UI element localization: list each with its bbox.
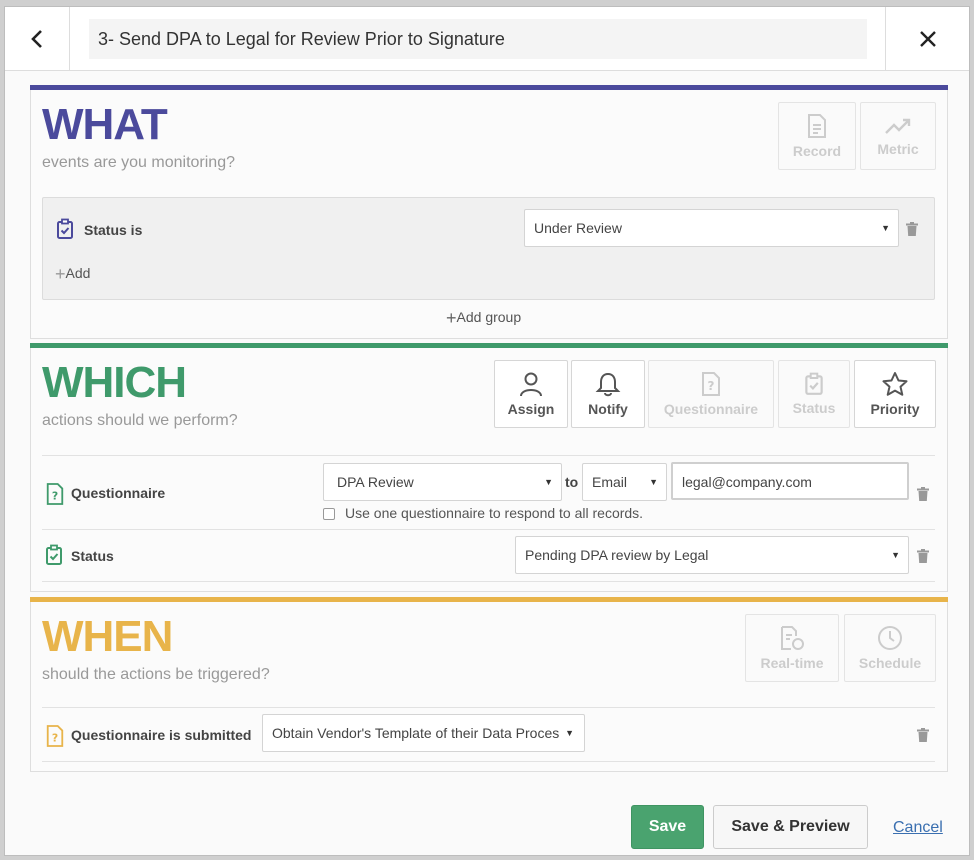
add-condition-button[interactable]: +Add: [55, 264, 90, 285]
questionnaire-select-text: DPA Review: [337, 474, 414, 490]
trash-icon[interactable]: [917, 487, 929, 501]
condition-group: Status is Under Review ▼ +Add: [42, 197, 935, 300]
status-tile-label: Status: [792, 400, 836, 416]
trigger-label: Questionnaire is submitted: [71, 727, 252, 743]
document-icon: [808, 114, 826, 138]
rule-editor-modal: 3- Send DPA to Legal for Review Prior to…: [4, 6, 970, 856]
single-questionnaire-label: Use one questionnaire to respond to all …: [345, 505, 644, 521]
caret-down-icon: ▼: [565, 728, 574, 738]
realtime-tile-label: Real-time: [760, 655, 824, 671]
caret-down-icon: ▼: [881, 223, 890, 233]
when-accent-bar: [30, 597, 948, 602]
svg-text:?: ?: [708, 379, 715, 393]
save-button[interactable]: Save: [631, 805, 704, 849]
divider: [42, 761, 935, 762]
what-subheading: events are you monitoring?: [42, 154, 235, 171]
trend-icon: [885, 118, 911, 134]
what-accent-bar: [30, 85, 948, 90]
status-action-label: Status: [71, 548, 114, 564]
realtime-tile[interactable]: Real-time: [745, 614, 839, 682]
to-label: to: [565, 474, 579, 490]
record-tile-label: Record: [792, 143, 842, 159]
questionnaire-action-label: Questionnaire: [71, 485, 166, 501]
chevron-left-icon: [31, 29, 42, 48]
priority-tile[interactable]: Priority: [854, 360, 936, 428]
divider: [42, 455, 935, 456]
clock-icon: [878, 626, 902, 650]
svg-text:?: ?: [52, 731, 58, 744]
what-section: WHAT events are you monitoring? Record M…: [30, 85, 948, 339]
when-heading: WHEN: [42, 612, 173, 661]
cancel-link[interactable]: Cancel: [893, 819, 943, 837]
status-value-select[interactable]: Under Review ▼: [524, 209, 899, 247]
divider: [42, 581, 935, 582]
trigger-select-text: Obtain Vendor's Template of their Data P…: [272, 725, 560, 741]
status-action-select-text: Pending DPA review by Legal: [525, 547, 709, 563]
what-heading: WHAT: [42, 100, 168, 149]
plus-icon: +: [55, 264, 66, 284]
assign-tile-label: Assign: [507, 401, 555, 417]
bell-icon: [595, 372, 621, 397]
when-section: WHEN should the actions be triggered? Re…: [30, 597, 948, 772]
trash-icon[interactable]: [917, 728, 929, 742]
clipboard-check-icon: [46, 544, 62, 565]
add-condition-label: Add: [65, 265, 91, 281]
condition-label: Status is: [84, 222, 143, 238]
plus-icon: +: [446, 308, 457, 328]
clipboard-check-icon: [57, 218, 73, 239]
status-tile[interactable]: Status: [778, 360, 850, 428]
realtime-icon: [781, 626, 804, 650]
assign-tile[interactable]: Assign: [494, 360, 568, 428]
star-icon: [882, 372, 908, 396]
metric-tile[interactable]: Metric: [860, 102, 936, 170]
notify-tile[interactable]: Notify: [571, 360, 645, 428]
status-value-text: Under Review: [534, 220, 622, 236]
close-icon: [919, 30, 936, 47]
trash-icon[interactable]: [917, 549, 929, 563]
divider: [42, 529, 935, 530]
record-tile[interactable]: Record: [778, 102, 856, 170]
save-preview-button[interactable]: Save & Preview: [713, 805, 868, 849]
priority-tile-label: Priority: [870, 401, 920, 417]
notify-tile-label: Notify: [588, 401, 628, 417]
single-questionnaire-checkbox[interactable]: [323, 508, 335, 520]
trash-icon[interactable]: [906, 222, 918, 236]
which-subheading: actions should we perform?: [42, 412, 238, 429]
svg-text:?: ?: [52, 489, 58, 502]
questionnaire-tile[interactable]: ? Questionnaire: [648, 360, 774, 428]
status-action-select[interactable]: Pending DPA review by Legal ▼: [515, 536, 909, 574]
which-section: WHICH actions should we perform? Assign …: [30, 343, 948, 592]
questionnaire-icon: ?: [46, 483, 64, 505]
metric-tile-label: Metric: [877, 141, 919, 157]
email-input-text: legal@company.com: [682, 474, 812, 490]
modal-header: 3- Send DPA to Legal for Review Prior to…: [5, 7, 969, 71]
questionnaire-icon: ?: [46, 725, 64, 747]
caret-down-icon: ▼: [544, 477, 553, 487]
when-subheading: should the actions be triggered?: [42, 666, 270, 683]
questionnaire-select[interactable]: DPA Review ▼: [323, 463, 562, 501]
caret-down-icon: ▼: [891, 550, 900, 560]
schedule-tile[interactable]: Schedule: [844, 614, 936, 682]
caret-down-icon: ▼: [649, 477, 658, 487]
channel-select[interactable]: Email ▼: [582, 463, 667, 501]
which-accent-bar: [30, 343, 948, 348]
close-button[interactable]: [885, 7, 969, 70]
schedule-tile-label: Schedule: [858, 655, 922, 671]
clipboard-check-icon: [805, 372, 823, 395]
channel-select-text: Email: [592, 474, 628, 490]
divider: [42, 707, 935, 708]
trigger-select[interactable]: Obtain Vendor's Template of their Data P…: [262, 714, 585, 752]
which-heading: WHICH: [42, 358, 187, 407]
rule-title-input[interactable]: 3- Send DPA to Legal for Review Prior to…: [89, 19, 867, 59]
add-group-label: Add group: [456, 309, 522, 325]
add-group-button[interactable]: +Add group: [446, 308, 521, 329]
user-icon: [520, 372, 542, 397]
email-input[interactable]: legal@company.com: [671, 462, 909, 500]
questionnaire-tile-label: Questionnaire: [663, 401, 759, 417]
back-button[interactable]: [5, 7, 70, 70]
questionnaire-icon: ?: [702, 372, 720, 396]
